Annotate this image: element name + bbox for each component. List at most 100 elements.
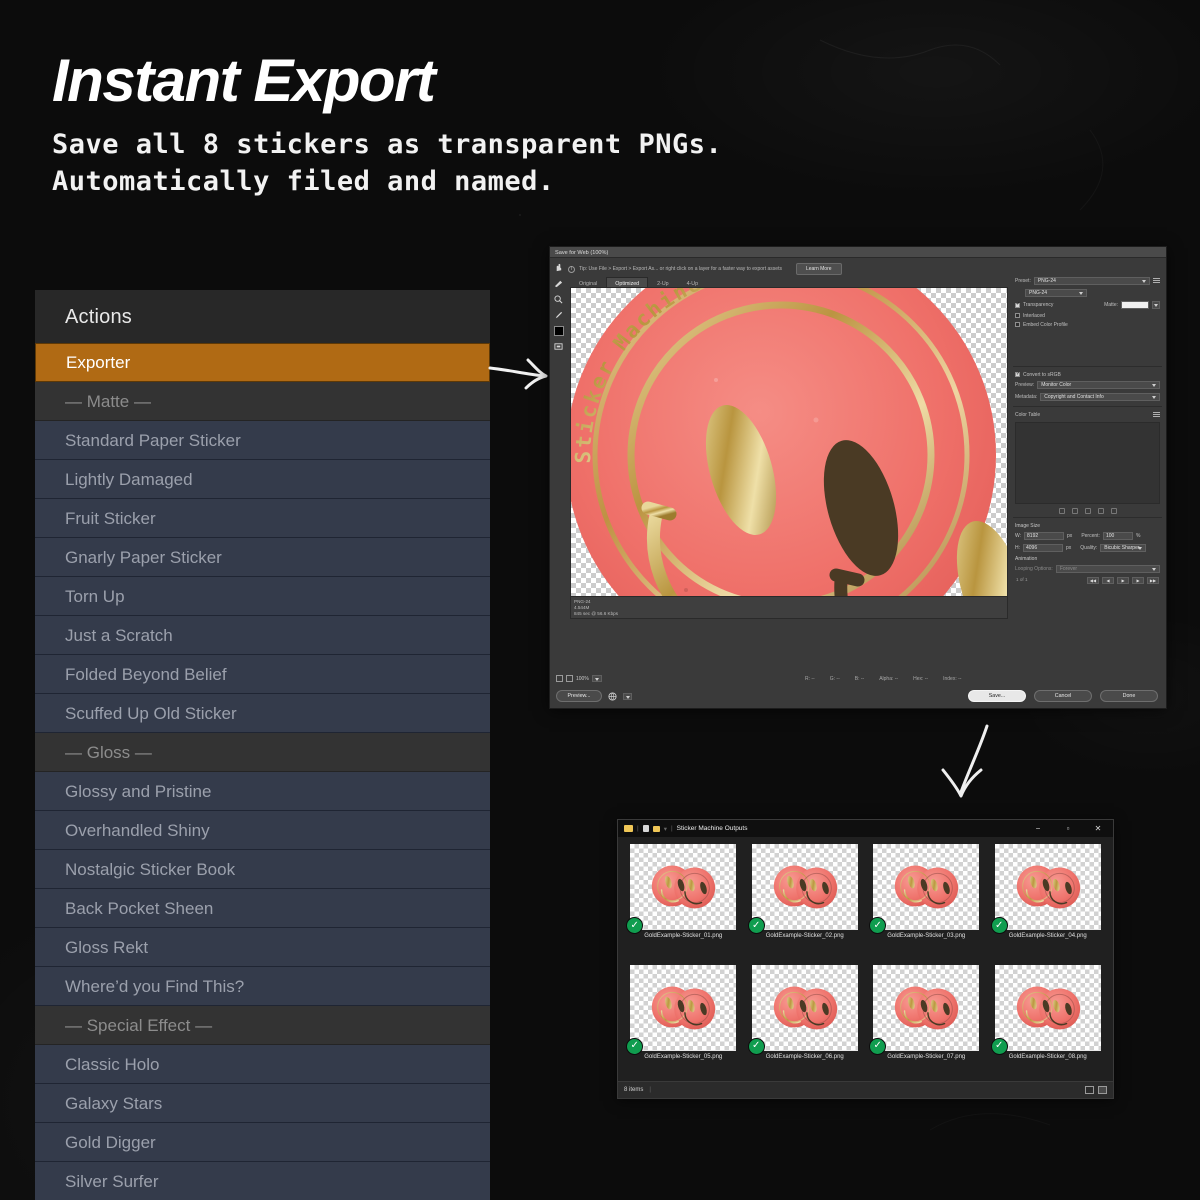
color-table-header[interactable]: Color Table <box>1011 410 1164 420</box>
action-row[interactable]: Torn Up <box>35 577 490 616</box>
file-thumbnail[interactable]: ✓ <box>626 964 737 1055</box>
file-thumbnail[interactable]: ✓ <box>747 844 858 934</box>
cancel-button[interactable]: Cancel <box>1034 690 1092 702</box>
file-thumbnail[interactable]: ✓ <box>990 844 1101 934</box>
metadata-row[interactable]: Metadata: Copyright and Contact Info <box>1011 391 1164 403</box>
action-row[interactable]: Silver Surfer <box>35 1162 490 1200</box>
eyedropper-tool-icon[interactable] <box>553 310 564 321</box>
toggle-slices-icon[interactable] <box>553 341 564 352</box>
transparency-checkbox[interactable] <box>1015 301 1020 308</box>
file-tile[interactable]: ✓ GoldExample-Sticker_07.png <box>867 964 986 1082</box>
matte-dropdown[interactable] <box>1152 301 1160 309</box>
convert-to-srgb-checkbox[interactable] <box>1015 371 1020 377</box>
save-button[interactable]: Save... <box>968 690 1026 702</box>
action-row-selected[interactable]: Exporter <box>35 343 490 382</box>
embed-color-profile-checkbox[interactable] <box>1015 322 1020 327</box>
transparency-row[interactable]: Transparency Matte: <box>1011 299 1164 311</box>
panel-menu-icon[interactable] <box>1153 278 1160 284</box>
percent-input[interactable]: 100 <box>1102 532 1133 540</box>
width-input[interactable]: 8192 <box>1024 532 1065 540</box>
interlaced-checkbox[interactable] <box>1015 313 1020 318</box>
list-view-icon[interactable] <box>1085 1086 1094 1094</box>
interlaced-row[interactable]: Interlaced <box>1011 311 1164 320</box>
action-row[interactable]: Where’d you Find This? <box>35 967 490 1006</box>
image-preview-canvas[interactable]: Sticker Machine and <box>570 287 1008 597</box>
chevron-down-icon[interactable]: ▾ <box>664 825 667 833</box>
maximize-icon[interactable]: ▫ <box>1053 820 1083 837</box>
minimize-icon[interactable]: − <box>1023 820 1053 837</box>
action-row[interactable]: Folded Beyond Belief <box>35 655 490 694</box>
browser-preview-icon[interactable] <box>607 691 618 702</box>
first-frame-button[interactable]: ◀◀ <box>1087 577 1099 584</box>
metadata-select[interactable]: Copyright and Contact Info <box>1040 393 1160 401</box>
preview-row[interactable]: Preview: Monitor Color <box>1011 379 1164 391</box>
action-row[interactable]: Back Pocket Sheen <box>35 889 490 928</box>
prev-frame-button[interactable]: ◀ <box>1102 577 1114 584</box>
play-button[interactable]: ▶ <box>1117 577 1129 584</box>
done-button[interactable]: Done <box>1100 690 1158 702</box>
icon-view-icon[interactable] <box>1098 1086 1107 1094</box>
zoom-tool-icon[interactable] <box>553 294 564 305</box>
browser-preview-dropdown[interactable] <box>623 692 632 700</box>
animation-nav[interactable]: 1 of 1 ◀◀ ◀ ▶ ▶ ▶▶ <box>1011 575 1164 586</box>
foreground-color-swatch[interactable] <box>553 326 564 336</box>
file-tile[interactable]: ✓ GoldExample-Sticker_02.png <box>746 844 865 961</box>
height-input[interactable]: 4096 <box>1023 544 1063 552</box>
lock-color-icon[interactable] <box>1071 508 1078 514</box>
color-table-swatches[interactable] <box>1015 422 1160 504</box>
action-row[interactable]: Gloss Rekt <box>35 928 490 967</box>
color-table-toolbar[interactable] <box>1011 506 1164 514</box>
close-icon[interactable]: ✕ <box>1083 820 1113 837</box>
action-row[interactable]: Classic Holo <box>35 1045 490 1084</box>
file-tile[interactable]: ✓ GoldExample-Sticker_04.png <box>989 844 1108 961</box>
file-thumbnail[interactable]: ✓ <box>869 964 980 1055</box>
preset-select[interactable]: PNG-24 <box>1033 277 1150 285</box>
save-for-web-dialog[interactable]: Save for Web (100%) i Tip: Use File > Ex… <box>549 246 1167 709</box>
file-thumbnail[interactable]: ✓ <box>990 964 1101 1055</box>
learn-more-button[interactable]: Learn More <box>795 263 842 275</box>
preview-select[interactable]: Monitor Color <box>1037 381 1160 389</box>
duplicate-color-icon[interactable] <box>1097 508 1104 514</box>
file-thumbnail[interactable]: ✓ <box>626 844 737 934</box>
delete-color-icon[interactable] <box>1110 508 1117 514</box>
format-row[interactable]: PNG-24 <box>1011 287 1164 299</box>
next-frame-button[interactable]: ▶ <box>1132 577 1144 584</box>
window-controls[interactable]: − ▫ ✕ <box>1023 820 1113 837</box>
action-row[interactable]: Nostalgic Sticker Book <box>35 850 490 889</box>
color-table-menu-icon[interactable] <box>1153 412 1160 418</box>
toggle-info-icon[interactable] <box>566 675 573 682</box>
slice-select-tool-icon[interactable] <box>553 278 564 289</box>
view-mode-buttons[interactable] <box>1085 1086 1107 1094</box>
embed-profile-row[interactable]: Embed Color Profile <box>1011 320 1164 329</box>
action-row[interactable]: Just a Scratch <box>35 616 490 655</box>
file-tile[interactable]: ✓ GoldExample-Sticker_08.png <box>989 964 1108 1082</box>
format-select[interactable]: PNG-24 <box>1025 289 1087 297</box>
matte-swatch[interactable] <box>1121 301 1149 309</box>
hand-tool-icon[interactable] <box>553 262 564 273</box>
action-row[interactable]: Glossy and Pristine <box>35 772 490 811</box>
convert-srgb-row[interactable]: Convert to sRGB <box>1011 370 1164 379</box>
action-row[interactable]: Galaxy Stars <box>35 1084 490 1123</box>
action-row[interactable]: Standard Paper Sticker <box>35 421 490 460</box>
looping-row[interactable]: Looping Options: Forever <box>1011 563 1164 575</box>
file-tile[interactable]: ✓ GoldExample-Sticker_03.png <box>867 844 986 961</box>
image-width-row[interactable]: W: 8192 px Percent: 100 % <box>1011 530 1164 542</box>
file-tile[interactable]: ✓ GoldExample-Sticker_01.png <box>624 844 743 961</box>
action-row[interactable]: Gnarly Paper Sticker <box>35 538 490 577</box>
dialog-buttons[interactable]: Save... Cancel Done <box>968 690 1158 702</box>
file-tile[interactable]: ✓ GoldExample-Sticker_05.png <box>624 964 743 1082</box>
file-thumbnail[interactable]: ✓ <box>869 844 980 934</box>
file-tile[interactable]: ✓ GoldExample-Sticker_06.png <box>746 964 865 1082</box>
dialog-toolbar[interactable] <box>551 259 566 708</box>
image-height-row[interactable]: H: 4096 px Quality: Bicubic Sharper <box>1011 542 1164 554</box>
looping-select[interactable]: Forever <box>1055 565 1160 573</box>
preview-button[interactable]: Preview... <box>556 690 602 702</box>
action-row[interactable]: Lightly Damaged <box>35 460 490 499</box>
file-thumbnail[interactable]: ✓ <box>747 964 858 1055</box>
explorer-title-bar[interactable]: | ▾ | Sticker Machine Outputs − ▫ ✕ <box>618 820 1113 837</box>
action-row[interactable]: Overhandled Shiny <box>35 811 490 850</box>
file-explorer-window[interactable]: | ▾ | Sticker Machine Outputs − ▫ ✕ ✓ Gol… <box>617 819 1114 1099</box>
new-color-icon[interactable] <box>1084 508 1091 514</box>
web-shift-icon[interactable] <box>1058 508 1065 514</box>
preview-row-footer[interactable]: Preview... <box>556 690 632 702</box>
